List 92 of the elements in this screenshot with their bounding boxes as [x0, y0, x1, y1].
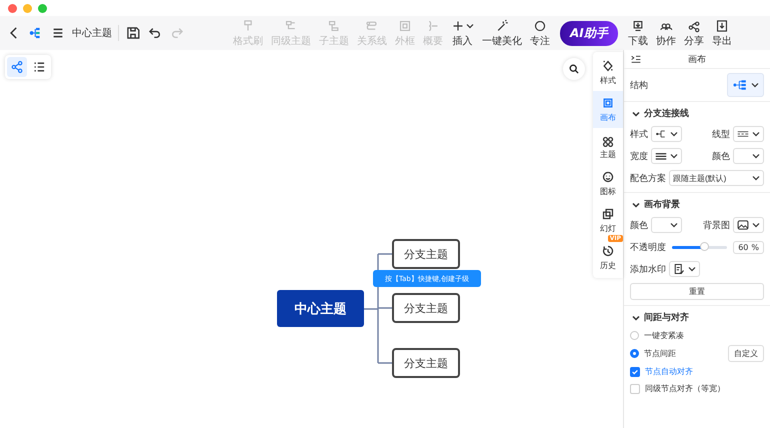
section-title[interactable]: 画布背景 — [644, 198, 680, 211]
checkbox[interactable] — [630, 366, 640, 376]
side-rail-tab[interactable]: 主题 — [593, 128, 623, 165]
color-scheme-dropdown[interactable]: 跟随主题(默认) — [669, 170, 764, 186]
reset-button[interactable]: 重置 — [630, 283, 764, 300]
toolbar-icon — [451, 18, 465, 32]
field-label: 宽度 — [630, 150, 648, 162]
branch-line-icon — [655, 128, 667, 140]
option-label: 节点自动对齐 — [645, 366, 693, 377]
checkbox[interactable] — [630, 384, 640, 394]
panel-title: 画布 — [688, 54, 706, 66]
ai-assistant-button[interactable]: AI助手 — [560, 20, 618, 46]
expand-caret-icon[interactable] — [632, 314, 640, 322]
line-type-dropdown[interactable] — [733, 126, 764, 142]
field-label: 添加水印 — [630, 264, 666, 276]
caret-icon — [752, 152, 760, 160]
document-title[interactable]: 中心主题 — [72, 26, 112, 40]
field-label: 背景图 — [703, 220, 730, 232]
toolbar-button[interactable]: 专注 — [528, 18, 552, 48]
field-label: 颜色 — [630, 220, 648, 232]
toolbar-button[interactable]: 下载 — [626, 18, 650, 48]
toolbar-icon — [398, 18, 412, 32]
option-label: 同级节点对齐（等宽） — [645, 383, 725, 394]
side-rail-tab[interactable]: 画布 — [593, 91, 623, 128]
caret-icon — [670, 152, 678, 160]
toolbar-icon — [495, 18, 509, 32]
toolbar-button[interactable]: 分享 — [682, 18, 706, 48]
rail-icon — [601, 96, 615, 110]
toolbar-button[interactable]: 导出 — [710, 18, 734, 48]
option-label: 节点间距 — [644, 348, 676, 359]
toolbar-icon — [714, 18, 729, 32]
document-icon — [673, 263, 685, 275]
toolbar-icon — [533, 18, 547, 32]
branch-topic-node[interactable]: 分支主题 — [392, 348, 460, 378]
caret-icon — [688, 265, 696, 273]
radio-button[interactable] — [630, 349, 639, 358]
option-label: 一键变紧凑 — [644, 330, 684, 341]
line-width-icon — [655, 150, 667, 162]
rail-icon — [601, 170, 615, 184]
image-icon — [737, 219, 749, 231]
toolbar-button[interactable]: 插入 — [449, 18, 476, 48]
caret-icon — [670, 130, 678, 138]
radio-button[interactable] — [630, 331, 639, 340]
opacity-input[interactable]: 60 % — [733, 240, 764, 254]
rail-icon — [601, 59, 615, 73]
caret-icon — [752, 130, 760, 138]
toolbar-icon — [686, 18, 701, 32]
rail-icon — [601, 244, 615, 258]
toolbar-icon — [365, 18, 379, 32]
side-rail-tab[interactable]: 图标 — [593, 165, 623, 202]
collapse-panel-icon[interactable] — [630, 53, 642, 65]
toolbar-button[interactable]: 一键美化 — [480, 18, 524, 48]
toolbar-icon — [630, 18, 645, 32]
field-label: 线型 — [712, 128, 730, 140]
background-image-dropdown[interactable] — [733, 217, 764, 233]
list-icon — [32, 60, 46, 74]
toolbar-icon — [426, 18, 440, 32]
watermark-dropdown[interactable] — [669, 261, 700, 277]
caret-icon — [670, 221, 678, 229]
field-label: 样式 — [630, 128, 648, 140]
branch-topic-node[interactable]: 分支主题 — [392, 239, 460, 269]
search-button[interactable] — [563, 58, 585, 80]
line-style-dropdown[interactable] — [651, 126, 682, 142]
toolbar-icon — [327, 18, 341, 32]
line-width-dropdown[interactable] — [651, 148, 682, 164]
toolbar-icon — [241, 18, 255, 32]
expand-caret-icon[interactable] — [632, 110, 640, 118]
central-topic-node[interactable]: 中心主题 — [277, 290, 364, 327]
close-button[interactable] — [8, 4, 17, 12]
field-label: 颜色 — [712, 150, 730, 162]
caret-icon — [752, 221, 760, 229]
caret-icon — [751, 81, 759, 89]
structure-dropdown[interactable] — [727, 73, 764, 97]
field-label: 配色方案 — [630, 172, 666, 184]
section-title[interactable]: 间距与对齐 — [644, 311, 689, 324]
mind-map-icon — [10, 60, 24, 74]
search-icon — [568, 63, 580, 75]
field-label: 结构 — [630, 80, 648, 92]
expand-caret-icon[interactable] — [632, 200, 640, 208]
line-color-dropdown[interactable] — [733, 148, 764, 164]
background-color-dropdown[interactable] — [651, 217, 682, 233]
branch-topic-node[interactable]: 分支主题 — [392, 293, 460, 323]
section-title[interactable]: 分支连接线 — [644, 107, 689, 120]
save-icon[interactable] — [125, 25, 141, 41]
caret-icon — [466, 22, 474, 30]
mind-map-view-button[interactable] — [7, 57, 27, 77]
toolbar-button[interactable]: 协作 — [654, 18, 678, 48]
field-label: 不透明度 — [630, 242, 666, 254]
rail-icon — [601, 207, 615, 221]
side-rail-tab[interactable]: 样式 — [593, 54, 623, 91]
caret-icon — [752, 174, 760, 182]
custom-button[interactable]: 自定义 — [728, 345, 764, 362]
